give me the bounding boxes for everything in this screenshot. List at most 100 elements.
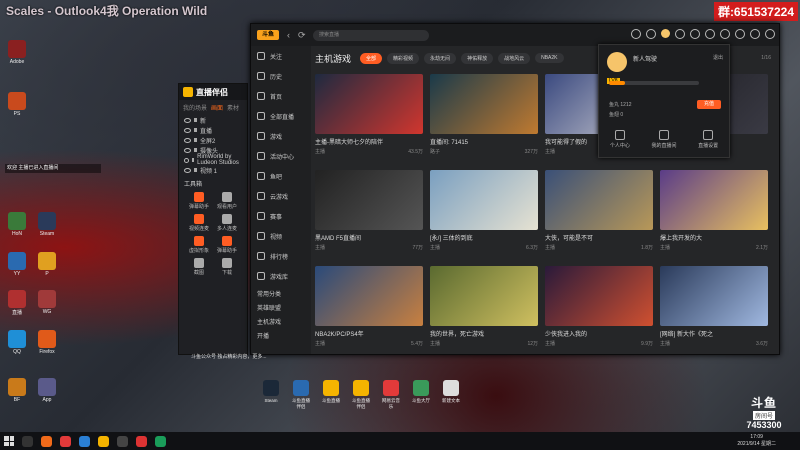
streamer-name[interactable]: 主播 (660, 244, 670, 251)
tool-item[interactable]: 弹幕助手 (213, 236, 241, 254)
lock-icon[interactable] (194, 148, 197, 152)
streamer-name[interactable]: 路子 (430, 148, 440, 155)
tab-my-scenes[interactable]: 我的场景 (183, 103, 207, 112)
app-icon[interactable] (117, 435, 128, 447)
tab-screen[interactable]: 画面 (211, 103, 223, 112)
tool-item[interactable]: 下载 (213, 258, 241, 276)
tab-material[interactable]: 素材 (227, 103, 239, 112)
history-icon[interactable] (631, 29, 641, 39)
app-icon[interactable] (155, 435, 166, 447)
scene-item[interactable]: 视频 1 (179, 165, 247, 175)
stream-thumbnail[interactable] (430, 170, 538, 230)
sidebar-item[interactable]: 历史 (251, 66, 311, 86)
streamer-name[interactable]: 主播 (315, 148, 325, 155)
desktop-icon[interactable]: HoN (4, 212, 30, 237)
refresh-icon[interactable]: ⟳ (298, 30, 306, 41)
desktop-shortcut[interactable]: 新建文本 (440, 380, 462, 410)
menu-icon[interactable] (720, 29, 730, 39)
desktop-icon[interactable]: 直播 (4, 290, 30, 316)
minimize-icon[interactable] (735, 29, 745, 39)
sidebar-item[interactable]: 鱼吧 (251, 166, 311, 186)
desktop-icon[interactable]: WG (34, 290, 60, 315)
windows-start-icon[interactable] (4, 436, 14, 446)
app-icon[interactable] (79, 435, 90, 447)
desktop-icon[interactable]: PS (4, 92, 30, 117)
streamer-name[interactable]: 主播 (430, 340, 440, 347)
stream-card[interactable]: [永/] 三体的到底 主播 6.3万 (430, 170, 538, 260)
user-name[interactable]: 新人驾驶 (633, 54, 657, 63)
heart-icon[interactable] (646, 29, 656, 39)
streamer-name[interactable]: 主播 (545, 148, 555, 155)
stream-title[interactable]: 主播-黑暗大师七夕的陪伴 (315, 137, 423, 146)
popup-action[interactable]: 我的直播间 (651, 130, 676, 149)
stream-card[interactable]: [网络] 新大作《死之 主播 3.6万 (660, 266, 768, 356)
category-chip[interactable]: 永劫无间 (424, 52, 457, 64)
eye-icon[interactable] (184, 147, 191, 153)
sidebar-item[interactable]: 关注 (251, 46, 311, 66)
sidebar-item[interactable]: 赛事 (251, 206, 311, 226)
lock-icon[interactable] (194, 168, 197, 172)
stream-card[interactable]: 爆上我开发的大 主播 2.1万 (660, 170, 768, 260)
desktop-shortcut[interactable]: 斗鱼直播伴侣 (290, 380, 312, 410)
stream-card[interactable]: 主播-黑暗大师七夕的陪伴 主播 43.5万 (315, 74, 423, 164)
stream-card[interactable]: 少侠我进入我的 主播 9.9万 (545, 266, 653, 356)
lock-icon[interactable] (194, 128, 197, 132)
sidebar-extra-item[interactable]: 常用分类 (251, 286, 311, 300)
category-chip[interactable]: 精彩视频 (387, 52, 420, 64)
desktop-shortcut[interactable]: 斗鱼直播伴侣 (350, 380, 372, 410)
scene-item[interactable]: 新 (179, 115, 247, 125)
desktop-icon[interactable]: BF (4, 378, 30, 403)
stream-title[interactable]: 我的世界，死亡游戏 (430, 329, 538, 338)
sidebar-item[interactable]: 游戏库 (251, 266, 311, 286)
stream-title[interactable]: NBA2K/PC/PS4年 (315, 329, 423, 338)
stream-thumbnail[interactable] (315, 266, 423, 326)
lock-icon[interactable] (192, 158, 195, 162)
tool-item[interactable]: 弹幕助手 (185, 192, 213, 210)
eye-icon[interactable] (184, 167, 191, 173)
streamer-name[interactable]: 主播 (315, 340, 325, 347)
tool-item[interactable]: 截图 (185, 258, 213, 276)
stream-title[interactable]: [网络] 新大作《死之 (660, 329, 768, 338)
stream-card[interactable]: 直播间: 71415 路子 327万 (430, 74, 538, 164)
sidebar-item[interactable]: 视频 (251, 226, 311, 246)
recharge-button[interactable]: 充值 (697, 100, 721, 109)
sidebar-item[interactable]: 活动中心 (251, 146, 311, 166)
category-chip[interactable]: NBA2K (535, 53, 564, 63)
stream-thumbnail[interactable] (430, 266, 538, 326)
app-icon[interactable] (60, 435, 71, 447)
desktop-shortcut[interactable]: 网易云音乐 (380, 380, 402, 410)
stream-card[interactable]: 黑AMD F5直播间 主播 77万 (315, 170, 423, 260)
desktop-shortcut[interactable]: 斗鱼直播 (320, 380, 342, 410)
desktop-icon[interactable]: Adobe (4, 40, 30, 65)
stream-thumbnail[interactable] (315, 170, 423, 230)
avatar[interactable] (661, 29, 670, 38)
stream-thumbnail[interactable] (660, 266, 768, 326)
sidebar-item[interactable]: 全部直播 (251, 106, 311, 126)
stream-card[interactable]: 大侠，可能是不可 主播 1.8万 (545, 170, 653, 260)
streamer-name[interactable]: 主播 (315, 244, 325, 251)
gift-icon[interactable] (690, 29, 700, 39)
streamer-name[interactable]: 主播 (545, 244, 555, 251)
message-icon[interactable] (675, 29, 685, 39)
scene-item[interactable]: RimWorld by Ludeon Studios (179, 154, 247, 166)
browser-icon[interactable] (41, 435, 52, 447)
eye-icon[interactable] (184, 157, 190, 163)
stream-title[interactable]: [永/] 三体的到底 (430, 233, 538, 242)
eye-icon[interactable] (184, 137, 191, 143)
desktop-icon[interactable]: QQ (4, 330, 30, 355)
back-arrow-icon[interactable]: ‹ (285, 30, 292, 40)
avatar[interactable] (607, 52, 627, 72)
stream-title[interactable]: 黑AMD F5直播间 (315, 233, 423, 242)
douyu-app-icon[interactable] (98, 435, 109, 447)
desktop-icon[interactable]: YY (4, 252, 30, 277)
category-chip[interactable]: 战地风云 (498, 52, 531, 64)
eye-icon[interactable] (184, 127, 191, 133)
sidebar-item[interactable]: 排行榜 (251, 246, 311, 266)
lock-icon[interactable] (194, 138, 197, 142)
desktop-icon[interactable]: App (34, 378, 60, 403)
scene-item[interactable]: 全屏2 (179, 135, 247, 145)
scene-item[interactable]: 直播 (179, 125, 247, 135)
stream-card[interactable]: NBA2K/PC/PS4年 主播 5.4万 (315, 266, 423, 356)
stream-title[interactable]: 爆上我开发的大 (660, 233, 768, 242)
stream-thumbnail[interactable] (430, 74, 538, 134)
